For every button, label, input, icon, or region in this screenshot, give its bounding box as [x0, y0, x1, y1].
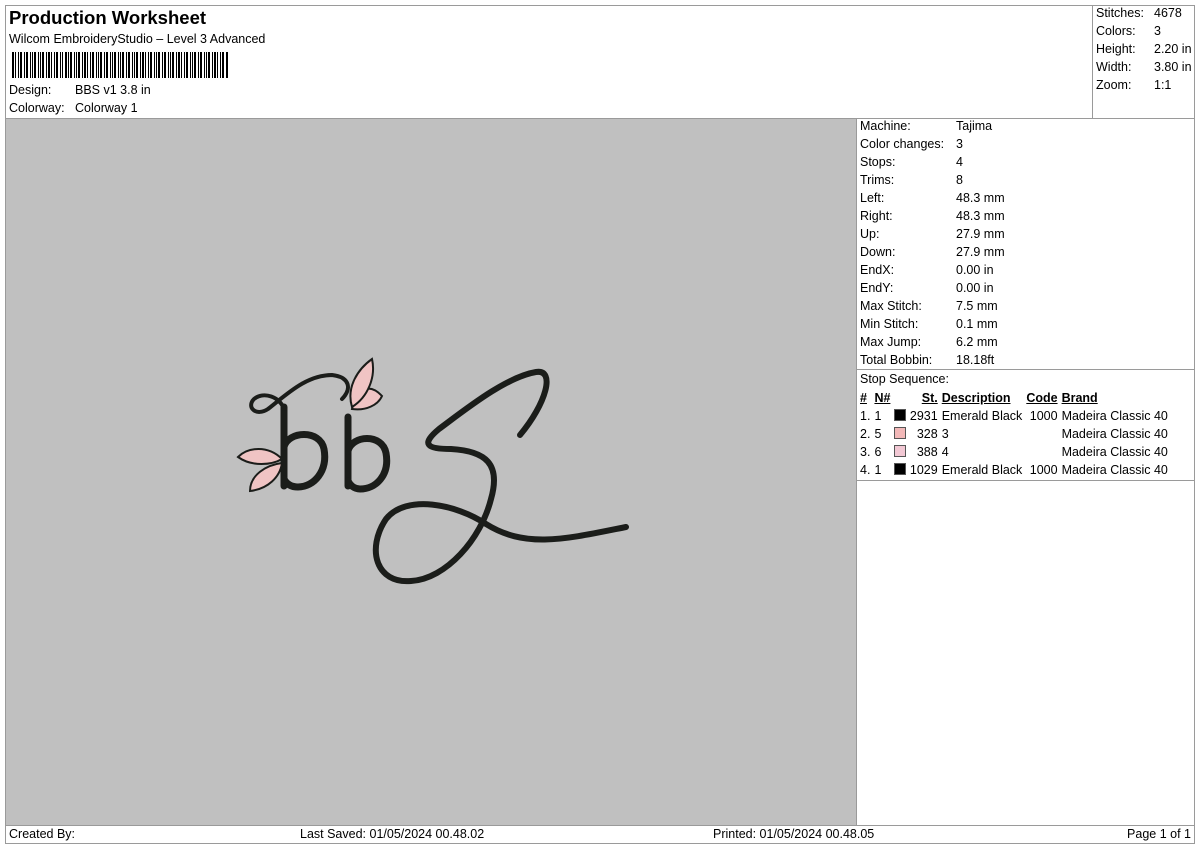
- stop-sequence: Stop Sequence: # N# St. Description Code…: [856, 369, 1195, 481]
- stop-sequence-heading: Stop Sequence:: [860, 372, 949, 386]
- color-changes-row: Color changes: 3: [860, 137, 963, 151]
- summary-colors: Colors: 3: [1096, 24, 1161, 38]
- page-number: Page 1 of 1: [1127, 827, 1191, 841]
- empty-panel: [856, 480, 1195, 826]
- endy-row: EndY: 0.00 in: [860, 281, 994, 295]
- colorway-value: Colorway 1: [75, 101, 138, 115]
- summary-height: Height: 2.20 in: [1096, 42, 1192, 56]
- trims-row: Trims: 8: [860, 173, 963, 187]
- color-swatch: [894, 427, 907, 439]
- color-swatch: [894, 409, 907, 421]
- table-header: # N# St. Description Code Brand: [860, 391, 1098, 405]
- design-summary: Stitches: 4678 Colors: 3 Height: 2.20 in Wi…: [1092, 5, 1195, 119]
- right-row: Right: 48.3 mm: [860, 209, 1005, 223]
- table-row: 1. 1 2931 Emerald Black 1000 Madeira Cla…: [860, 409, 1168, 423]
- design-value: BBS v1 3.8 in: [75, 83, 151, 97]
- table-row: 3. 6 388 4 Madeira Classic 40: [860, 445, 1168, 459]
- software-subtitle: Wilcom EmbroideryStudio – Level 3 Advanc…: [9, 32, 266, 46]
- design-label: Design:: [9, 83, 52, 97]
- colorway-label: Colorway:: [9, 101, 65, 115]
- printed-date: Printed: 01/05/2024 00.48.05: [713, 827, 875, 841]
- stop-sequence-table: # N# St. Description Code Brand 1. 1 293…: [858, 389, 1170, 479]
- machine-row: Machine: Tajima: [860, 119, 993, 133]
- max-stitch-row: Max Stitch: 7.5 mm: [860, 299, 998, 313]
- last-saved: Last Saved: 01/05/2024 00.48.02: [300, 827, 485, 841]
- stops-row: Stops: 4: [860, 155, 963, 169]
- summary-stitches: Stitches: 4678: [1096, 6, 1182, 20]
- down-row: Down: 27.9 mm: [860, 245, 1005, 259]
- total-bobbin-row: Total Bobbin: 18.18ft: [860, 353, 995, 367]
- s-flourish: [372, 368, 629, 585]
- summary-zoom: Zoom: 1:1: [1096, 78, 1172, 92]
- worksheet-footer: Created By: Last Saved: 01/05/2024 00.48…: [5, 825, 1195, 844]
- barcode: [12, 52, 228, 78]
- table-row: 4. 1 1029 Emerald Black 1000 Madeira Cla…: [860, 463, 1168, 477]
- min-stitch-row: Min Stitch: 0.1 mm: [860, 317, 998, 331]
- worksheet-title: Production Worksheet: [9, 7, 207, 28]
- embroidery-design: [236, 357, 629, 585]
- colorway-row: Colorway: Colorway 1: [9, 101, 138, 115]
- leaf-left-1: [236, 448, 284, 465]
- machine-info: Machine: Tajima Color changes: 3 Stops: 4 T…: [856, 118, 1195, 370]
- summary-width: Width: 3.80 in: [1096, 60, 1192, 74]
- table-row: 2. 5 328 3 Madeira Classic 40: [860, 427, 1168, 441]
- color-swatch: [894, 445, 907, 457]
- max-jump-row: Max Jump: 6.2 mm: [860, 335, 998, 349]
- up-row: Up: 27.9 mm: [860, 227, 1005, 241]
- left-row: Left: 48.3 mm: [860, 191, 1005, 205]
- design-row: Design: BBS v1 3.8 in: [9, 83, 151, 97]
- swirl-ascender: [249, 373, 350, 414]
- color-swatch: [894, 463, 907, 475]
- design-preview: [5, 118, 857, 826]
- created-by: Created By:: [9, 827, 76, 841]
- leaf-left-2: [248, 461, 284, 493]
- endx-row: EndX: 0.00 in: [860, 263, 994, 277]
- worksheet-header: Production Worksheet Wilcom EmbroiderySt…: [5, 5, 1093, 119]
